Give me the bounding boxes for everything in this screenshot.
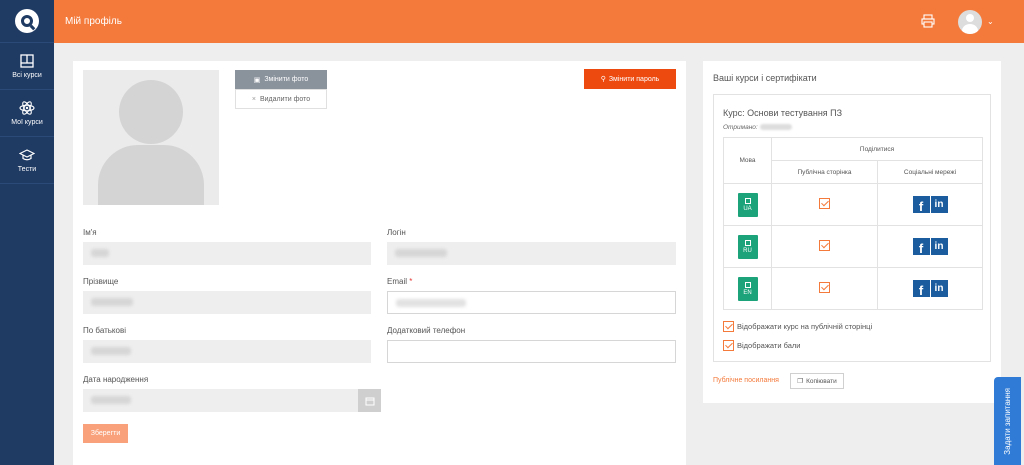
first-name-field[interactable] xyxy=(83,242,371,265)
column-header-share: Поділитися xyxy=(771,137,983,161)
show-scores-option[interactable]: Відображати бали xyxy=(723,340,800,351)
sidebar-item-label: Всі курси xyxy=(12,72,42,79)
table-row: RU f in xyxy=(723,225,983,268)
last-name-field[interactable] xyxy=(83,291,371,314)
received-date: Отримано: xyxy=(723,124,792,131)
sidebar-item-all-courses[interactable]: Всі курси xyxy=(0,43,54,90)
column-header-public: Публічна сторінка xyxy=(771,160,878,184)
save-button[interactable]: Зберегти xyxy=(83,424,128,443)
atom-icon xyxy=(19,101,35,115)
public-link[interactable]: Публічне посилання xyxy=(713,377,779,384)
certificates-title: Ваші курси і сертифікати xyxy=(713,73,817,83)
email-label: Email * xyxy=(387,277,413,286)
certificate-download-ua[interactable]: UA xyxy=(737,192,758,217)
certificate-download-en[interactable]: EN xyxy=(737,276,758,301)
linkedin-icon[interactable]: in xyxy=(930,280,948,297)
print-icon[interactable] xyxy=(921,14,935,28)
public-page-checkbox[interactable] xyxy=(819,240,830,251)
public-page-checkbox[interactable] xyxy=(819,198,830,209)
show-on-public-option[interactable]: Відображати курс на публічній сторінці xyxy=(723,321,872,332)
close-icon: × xyxy=(251,95,256,103)
certificates-card: Ваші курси і сертифікати Курс: Основи те… xyxy=(703,61,1001,403)
birth-date-field[interactable] xyxy=(83,389,381,412)
ask-question-tab[interactable]: Задати запитання xyxy=(994,377,1021,465)
last-name-label: Прізвище xyxy=(83,277,119,286)
page-title: Мій профіль xyxy=(65,16,122,27)
sidebar: Всі курси Мої курси Тести xyxy=(0,0,54,465)
graduation-cap-icon xyxy=(19,149,35,161)
login-label: Логін xyxy=(387,228,406,237)
change-photo-button[interactable]: ▣ Змінити фото xyxy=(235,70,327,89)
calendar-icon xyxy=(365,397,374,405)
table-row: EN f in xyxy=(723,267,983,310)
certificate-box: Курс: Основи тестування ПЗ Отримано: Мов… xyxy=(713,94,991,362)
chevron-down-icon[interactable]: ⌄ xyxy=(987,17,994,26)
profile-card: ▣ Змінити фото × Видалити фото ⚲ Змінити… xyxy=(73,61,686,465)
book-icon xyxy=(20,54,34,68)
upload-icon: ▣ xyxy=(253,76,261,84)
sidebar-item-label: Тести xyxy=(17,166,37,173)
top-bar: Мій профіль ⌄ xyxy=(54,0,1024,43)
profile-photo xyxy=(83,70,219,205)
middle-name-label: По батькові xyxy=(83,326,126,335)
facebook-icon[interactable]: f xyxy=(912,280,930,297)
linkedin-icon[interactable]: in xyxy=(930,238,948,255)
sidebar-item-tests[interactable]: Тести xyxy=(0,137,54,184)
sidebar-item-my-courses[interactable]: Мої курси xyxy=(0,90,54,137)
calendar-button[interactable] xyxy=(358,389,381,412)
middle-name-field[interactable] xyxy=(83,340,371,363)
extra-phone-field[interactable] xyxy=(387,340,676,363)
public-page-checkbox[interactable] xyxy=(819,282,830,293)
change-password-button[interactable]: ⚲ Змінити пароль xyxy=(584,69,676,89)
extra-phone-label: Додатковий телефон xyxy=(387,326,466,335)
certificate-download-ru[interactable]: RU xyxy=(737,234,758,259)
column-header-social: Соціальні мережі xyxy=(877,160,983,184)
facebook-icon[interactable]: f xyxy=(912,238,930,255)
logo[interactable] xyxy=(0,0,54,43)
login-field xyxy=(387,242,676,265)
linkedin-icon[interactable]: in xyxy=(930,196,948,213)
sidebar-item-label: Мої курси xyxy=(11,119,43,126)
show-scores-checkbox[interactable] xyxy=(723,340,734,351)
key-icon: ⚲ xyxy=(600,76,606,83)
course-title: Курс: Основи тестування ПЗ xyxy=(723,108,843,118)
avatar[interactable] xyxy=(958,10,982,34)
copy-icon: ❐ xyxy=(797,378,804,385)
show-on-public-checkbox[interactable] xyxy=(723,321,734,332)
birth-date-label: Дата народження xyxy=(83,375,149,384)
facebook-icon[interactable]: f xyxy=(912,196,930,213)
share-table: Мова Поділитися Публічна сторінка Соціал… xyxy=(723,137,983,310)
email-field[interactable] xyxy=(387,291,676,314)
delete-photo-button[interactable]: × Видалити фото xyxy=(235,89,327,109)
table-row: UA f in xyxy=(723,183,983,226)
copy-button[interactable]: ❐ Копіювати xyxy=(790,373,844,389)
logo-icon xyxy=(15,9,39,33)
first-name-label: Ім'я xyxy=(83,228,97,237)
column-header-lang: Мова xyxy=(723,137,772,184)
